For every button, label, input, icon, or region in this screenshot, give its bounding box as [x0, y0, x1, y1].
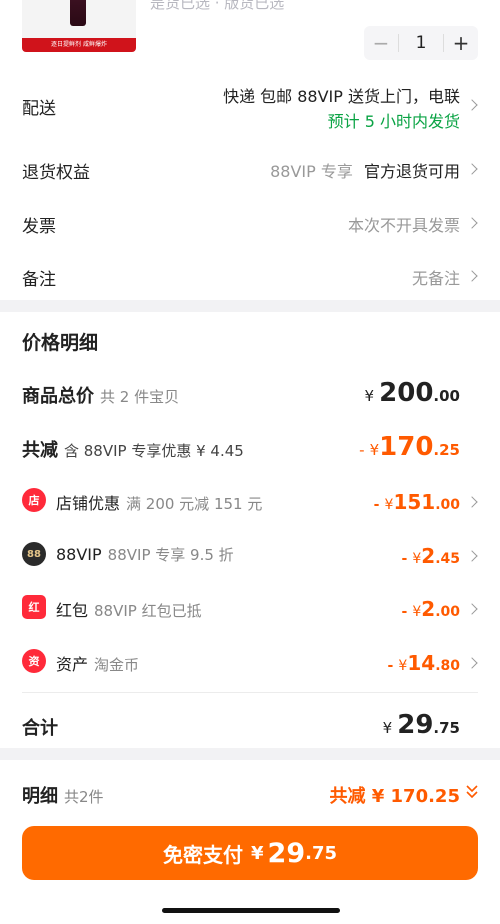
chevron-right-icon — [466, 550, 478, 562]
currency-symbol: ¥ — [412, 604, 422, 620]
amount-integer: 200 — [379, 378, 434, 408]
amount-decimal: .45 — [435, 551, 460, 567]
amount-integer: 2 — [421, 544, 436, 568]
total-amount: ¥ 200.00 — [365, 378, 461, 408]
discount-name-group: 88VIP 88VIP 专享 9.5 折 — [56, 544, 234, 565]
discount-name-group: 店铺优惠满 200 元减 151 元 — [56, 490, 262, 514]
discount-amount: - ¥2.45 — [401, 544, 460, 568]
amount-integer: 14 — [407, 651, 436, 675]
order-info-card: 逐日提鲜剂 咸鲜爆炸 是货已选 · 版货已选 − 1 + 配送 快递 包邮 88… — [0, 0, 500, 300]
discount-amount: - ¥2.00 — [401, 597, 460, 621]
chevron-right-icon — [466, 657, 478, 669]
red-packet-icon: 红 — [22, 595, 46, 619]
total-count: 共 2 件宝贝 — [100, 388, 180, 406]
total-label-group: 商品总价共 2 件宝贝 — [22, 382, 179, 408]
chevron-right-icon — [466, 163, 478, 175]
quantity-value[interactable]: 1 — [398, 34, 444, 52]
currency-symbol: ¥ — [369, 441, 380, 459]
minus-sign: - — [401, 551, 408, 567]
tag-icon: 资 — [22, 649, 46, 673]
discount-amount: - ¥14.80 — [388, 651, 460, 675]
reduce-label: 共减 — [22, 440, 58, 461]
discount-name-group: 资产 淘金币 — [56, 651, 139, 675]
discount-name: 店铺优惠 — [56, 494, 121, 513]
chevron-right-icon — [466, 99, 478, 111]
divider — [22, 692, 478, 693]
amount-integer: 29 — [397, 710, 434, 740]
amount-decimal: .00 — [433, 387, 460, 405]
product-band-text: 逐日提鲜剂 咸鲜爆炸 — [22, 38, 136, 52]
currency-symbol: ¥ — [251, 842, 264, 864]
amount-decimal: .75 — [433, 719, 460, 737]
vip-88-icon: 88 — [22, 542, 46, 566]
discount-desc: 淘金币 — [94, 656, 140, 674]
invoice-label: 发票 — [22, 217, 56, 237]
reduce-label-group: 共减含 88VIP 专享优惠 ¥ 4.45 — [22, 436, 244, 462]
delivery-eta: 预计 5 小时内发货 — [327, 112, 460, 131]
minus-sign: - — [387, 658, 394, 674]
minus-sign: - — [401, 604, 408, 620]
amount-integer: 2 — [421, 597, 436, 621]
quantity-increase-button[interactable]: + — [444, 31, 478, 55]
product-bottle — [70, 0, 86, 26]
discount-amount: - ¥151.00 — [374, 490, 460, 514]
invoice-value: 本次不开具发票 — [347, 216, 460, 235]
price-detail-card: 价格明细 商品总价共 2 件宝贝 ¥ 200.00 共减含 88VIP 专享优惠… — [0, 312, 500, 748]
amount-integer: 170 — [379, 432, 434, 462]
amount-decimal: .00 — [435, 497, 460, 513]
note-value: 无备注 — [411, 269, 460, 288]
chevron-right-icon — [466, 603, 478, 615]
returns-vip-tag: 88VIP 专享 — [270, 162, 353, 181]
currency-symbol: ¥ — [412, 551, 422, 567]
home-indicator[interactable] — [162, 908, 340, 913]
detail-summary-toggle[interactable]: 共减 ¥ 170.25 — [329, 782, 460, 808]
discount-name: 红包 — [56, 601, 89, 620]
double-chevron-down-icon[interactable] — [466, 784, 478, 800]
total-label: 商品总价 — [22, 386, 94, 407]
discount-desc: 满 200 元减 151 元 — [126, 495, 263, 513]
note-label: 备注 — [22, 270, 56, 290]
store-discount-icon: 店 — [22, 488, 46, 512]
detail-label: 明细 — [22, 786, 58, 807]
minus-sign: - — [359, 441, 365, 459]
returns-label: 退货权益 — [22, 163, 90, 183]
pay-button-label: 免密支付 — [163, 842, 243, 867]
minus-sign: - — [373, 497, 380, 513]
discount-desc: 88VIP 专享 9.5 折 — [107, 546, 234, 564]
pay-amount-integer: 29 — [267, 837, 306, 869]
returns-value-group: 88VIP 专享 官方退货可用 — [270, 158, 460, 182]
chevron-right-icon — [466, 217, 478, 229]
reduce-amount: - ¥170.25 — [359, 432, 460, 462]
product-variant-text: 是货已选 · 版货已选 — [150, 0, 285, 12]
quantity-stepper: − 1 + — [364, 26, 478, 60]
amount-decimal: .25 — [433, 441, 460, 459]
delivery-label: 配送 — [22, 99, 56, 119]
price-section-title: 价格明细 — [22, 332, 99, 354]
sum-label: 合计 — [22, 718, 58, 739]
discount-name: 88VIP — [56, 545, 102, 564]
quantity-decrease-button[interactable]: − — [364, 31, 398, 55]
detail-label-group: 明细 共2件 — [22, 782, 104, 808]
delivery-value: 快递 包邮 88VIP 送货上门，电联 — [223, 87, 460, 106]
reduce-sub: 含 88VIP 专享优惠 ¥ 4.45 — [64, 442, 244, 460]
discount-name-group: 红包 88VIP 红包已抵 — [56, 597, 202, 621]
currency-symbol: ¥ — [382, 719, 393, 737]
pay-button[interactable]: 免密支付 ¥ 29.75 — [22, 826, 478, 880]
checkout-bar: 明细 共2件 共减 ¥ 170.25 免密支付 ¥ 29.75 — [0, 760, 500, 924]
detail-count: 共2件 — [64, 788, 104, 806]
pay-amount-decimal: .75 — [305, 842, 337, 864]
sum-amount: ¥ 29.75 — [383, 710, 460, 740]
returns-value: 官方退货可用 — [363, 162, 460, 181]
discount-desc: 88VIP 红包已抵 — [94, 602, 202, 620]
discount-name: 资产 — [56, 655, 89, 674]
currency-symbol: ¥ — [364, 387, 375, 405]
amount-integer: 151 — [393, 490, 436, 514]
currency-symbol: ¥ — [398, 658, 408, 674]
amount-decimal: .80 — [435, 658, 460, 674]
chevron-right-icon — [466, 496, 478, 508]
chevron-right-icon — [466, 270, 478, 282]
amount-decimal: .00 — [435, 604, 460, 620]
product-image[interactable]: 逐日提鲜剂 咸鲜爆炸 — [22, 0, 136, 52]
